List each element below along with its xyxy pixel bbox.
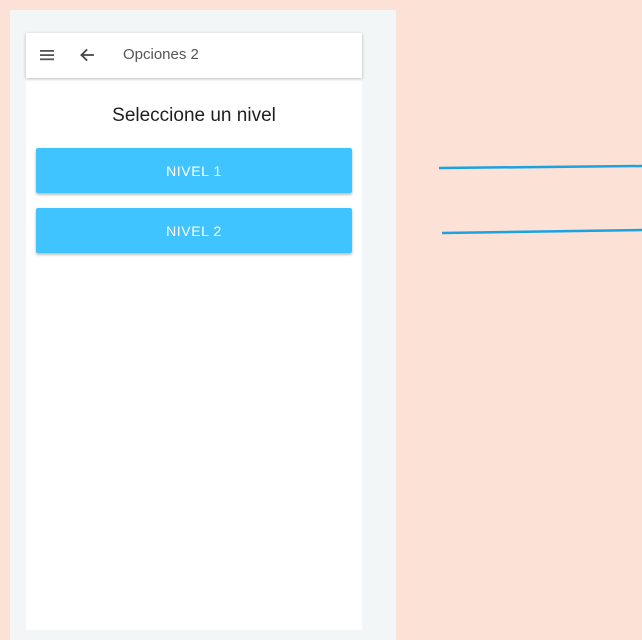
annotation-line-2 — [441, 228, 642, 235]
annotation-line-1 — [438, 164, 642, 170]
annotation-lines — [438, 164, 642, 235]
canvas: Opciones 2 Seleccione un nivel NIVEL 1 N… — [0, 0, 642, 640]
